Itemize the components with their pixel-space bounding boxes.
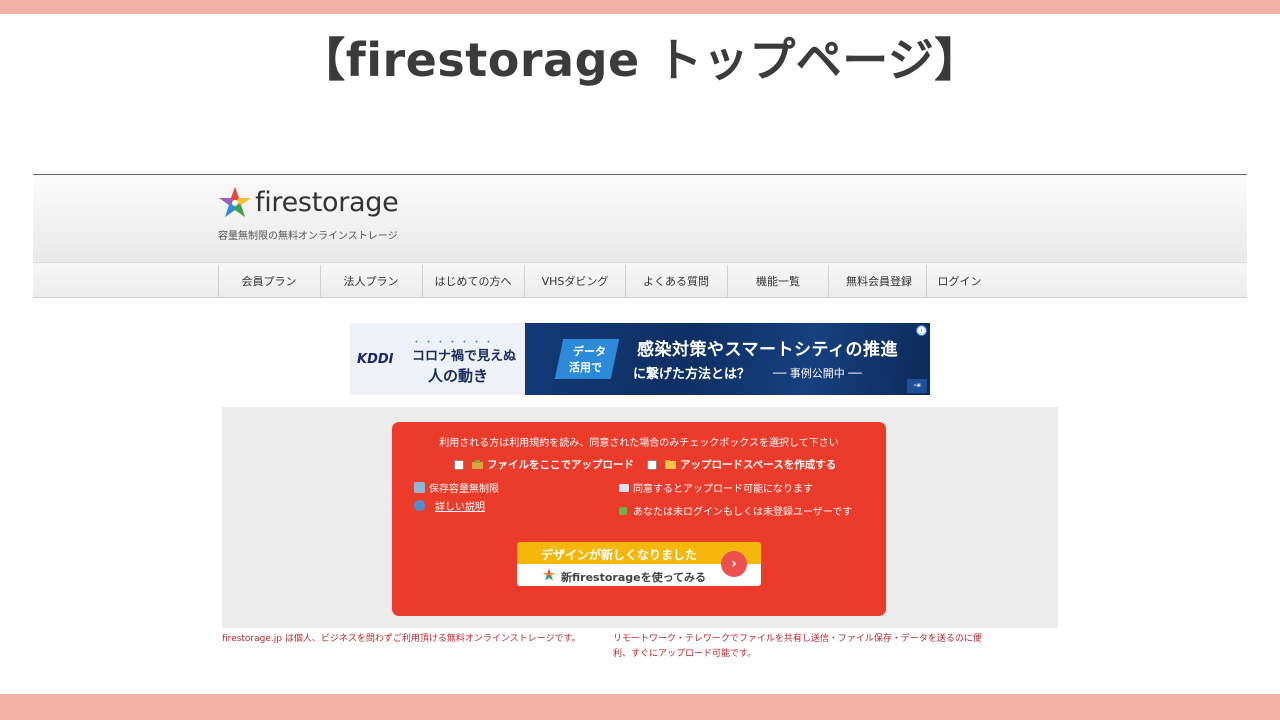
ad-left-panel: KDDI ・・・・・・・ コロナ禍で見えぬ 人の動き	[350, 323, 525, 395]
create-space-checkbox[interactable]	[647, 459, 657, 470]
chevron-right-icon[interactable]: ›	[721, 551, 747, 577]
site-tagline: 容量無制限の無料オンラインストレージ	[218, 231, 398, 242]
nav-item-features[interactable]: 機能一覧	[727, 265, 828, 297]
upload-here-checkbox[interactable]	[454, 459, 464, 470]
upload-here-label: ファイルをここでアップロード	[487, 459, 634, 471]
ad-right-panel: データ 活用で 感染対策やスマートシティの推進 に繋げた方法とは？ ── 事例公…	[525, 323, 930, 395]
details-line: 詳しい説明	[414, 498, 485, 513]
nav-item-beginners[interactable]: はじめての方へ	[422, 265, 523, 297]
details-link[interactable]: 詳しい説明	[435, 498, 485, 513]
folder-icon	[665, 460, 676, 469]
user-icon	[619, 506, 627, 515]
ad-tag-line1: データ	[573, 345, 606, 358]
upload-box-icon	[472, 460, 483, 469]
nav-item-faq[interactable]: よくある質問	[625, 265, 726, 297]
storage-unlimited-text: 保存容量無制限	[429, 484, 499, 495]
info-icon	[414, 500, 425, 511]
ad-banner[interactable]: KDDI ・・・・・・・ コロナ禍で見えぬ 人の動き データ 活用で 感染対策や…	[350, 323, 930, 395]
ad-arrow-icon[interactable]: ⇥	[907, 379, 927, 393]
create-space-label: アップロードスペースを作成する	[680, 459, 837, 471]
screenshot-frame: firestorage 容量無制限の無料オンラインストレージ 会員プラン 法人プ…	[33, 174, 1247, 668]
new-design-text: デザインが新しくなりました	[541, 548, 698, 562]
terms-instruction: 利用される方は利用規約を読み、同意された場合のみチェックボックスを選択して下さい	[439, 438, 839, 449]
upload-panel: 利用される方は利用規約を読み、同意された場合のみチェックボックスを選択して下さい…	[222, 407, 1058, 628]
footer-left-text: firestorage.jp は個人、ビジネスを問わずご利用頂ける無料オンライン…	[222, 634, 581, 644]
new-design-button[interactable]: デザインが新しくなりました 新firestorageを使ってみる ›	[517, 542, 761, 586]
agree-note-text: 同意するとアップロード可能になります	[633, 484, 813, 495]
login-status-text: あなたは未ログインもしくは未登録ユーザーです	[633, 507, 853, 518]
flower-star-icon	[542, 568, 556, 581]
ad-headline2: に繋げた方法とは？	[633, 367, 751, 382]
site-header: firestorage 容量無制限の無料オンラインストレージ	[33, 174, 1247, 262]
nav-item-member-plan[interactable]: 会員プラン	[218, 265, 319, 297]
login-status-line: あなたは未ログインもしくは未登録ユーザーです	[619, 503, 852, 518]
ad-brand: KDDI	[357, 352, 394, 367]
create-space-option[interactable]: アップロードスペースを作成する	[647, 457, 836, 472]
main-nav: 会員プラン 法人プラン はじめての方へ VHSダビング よくある質問 機能一覧 …	[33, 262, 1247, 298]
footer-right-line1: リモートワーク・テレワークでファイルを共有し送信・ファイル保存・データを送るのに…	[613, 634, 982, 644]
bottom-decor-band	[0, 694, 1280, 720]
nav-item-free-register[interactable]: 無料会員登録	[828, 265, 929, 297]
nav-item-vhs-dubbing[interactable]: VHSダビング	[524, 265, 625, 297]
site-logo-text[interactable]: firestorage	[255, 187, 399, 218]
footer-right-line2: 利、すぐにアップロード可能です。	[613, 649, 757, 659]
upload-box: 利用される方は利用規約を読み、同意された場合のみチェックボックスを選択して下さい…	[392, 422, 886, 616]
upload-here-option[interactable]: ファイルをここでアップロード	[454, 457, 634, 472]
speech-bubble-icon	[619, 483, 629, 492]
storage-unlimited-line: 保存容量無制限	[414, 480, 499, 495]
flower-star-icon[interactable]	[217, 185, 253, 221]
ad-left-line1: コロナ禍で見えぬ	[412, 349, 517, 364]
ad-case-label: ── 事例公開中 ──	[773, 367, 862, 380]
ad-tag-line2: 活用で	[569, 361, 602, 374]
ad-left-line2: 人の動き	[428, 367, 489, 385]
top-decor-band	[0, 0, 1280, 14]
ad-headline1: 感染対策やスマートシティの推進	[637, 340, 898, 360]
ad-info-icon[interactable]: ⓘ	[916, 325, 927, 336]
nav-item-corporate-plan[interactable]: 法人プラン	[320, 265, 421, 297]
nav-item-login[interactable]: ログイン	[926, 265, 992, 297]
agree-note-line: 同意するとアップロード可能になります	[619, 480, 813, 495]
try-new-text: 新firestorageを使ってみる	[561, 571, 707, 584]
slide-title: 【firestorage トップページ】	[299, 33, 981, 87]
storage-icon	[414, 482, 425, 493]
